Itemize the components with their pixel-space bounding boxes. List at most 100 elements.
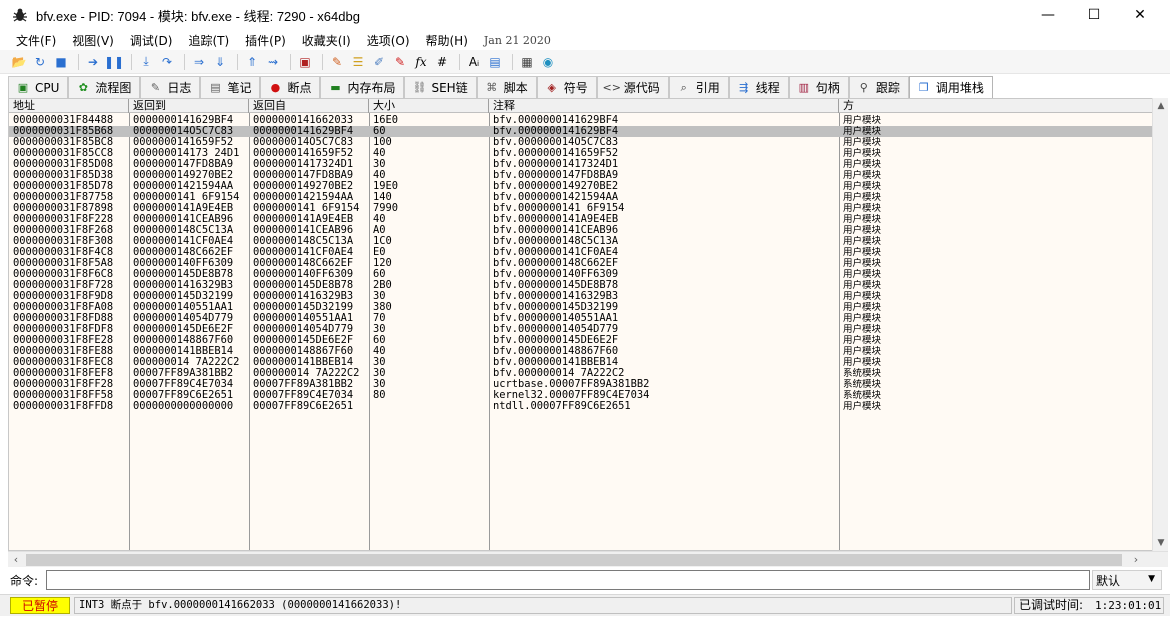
cell-comment: bfv.0000000141629BF4: [493, 126, 619, 137]
scylla-icon[interactable]: ▣: [296, 53, 314, 71]
menu-item[interactable]: 文件(F): [8, 32, 64, 49]
scroll-down-icon[interactable]: ▼: [1153, 535, 1169, 551]
table-row[interactable]: 0000000031F8FF28 00007FF89C4E7034 00007FF8…: [9, 379, 1153, 390]
vertical-scrollbar[interactable]: ▲ ▼: [1152, 98, 1168, 551]
trace-icon: ⚲: [859, 81, 868, 94]
table-row[interactable]: 0000000031F84488 0000000141629BF4 00000001…: [9, 115, 1153, 126]
horizontal-scrollbar[interactable]: ‹ ›: [8, 551, 1168, 567]
calculator-icon[interactable]: ▦: [518, 53, 536, 71]
maximize-button[interactable]: ☐: [1071, 0, 1117, 30]
run-icon[interactable]: ➔: [84, 53, 102, 71]
table-row[interactable]: 0000000031F8FDF8 0000000145DE6E2F 00000001…: [9, 324, 1153, 335]
comments-icon[interactable]: ☰: [349, 53, 367, 71]
scroll-right-icon[interactable]: ›: [1128, 552, 1144, 568]
cell-return-from: 0000000141CF0AE4: [253, 247, 354, 258]
table-row[interactable]: 0000000031F8FF58 00007FF89C6E2651 00007FF8…: [9, 390, 1153, 401]
tab-handles[interactable]: ▥ 句柄: [788, 76, 849, 98]
table-row[interactable]: 0000000031F8F228 0000000141CEAB96 00000001…: [9, 214, 1153, 225]
table-row[interactable]: 0000000031F85D08 0000000147FD8BA9 00000001…: [9, 159, 1153, 170]
table-row[interactable]: 0000000031F8FE88 0000000141BBEB14 00000001…: [9, 346, 1153, 357]
column-header-return-to[interactable]: 返回到: [129, 99, 249, 113]
table-row[interactable]: 0000000031F85D38 0000000149270BE2 00000001…: [9, 170, 1153, 181]
cell-size: 19E0: [373, 181, 399, 192]
tab-script[interactable]: ⌘ 脚本: [476, 76, 537, 98]
globe-icon[interactable]: ◉: [539, 53, 557, 71]
step-over-icon[interactable]: ↷: [158, 53, 176, 71]
functions-icon[interactable]: fx: [412, 53, 430, 71]
table-row[interactable]: 0000000031F8F9D8 0000000145D32199 00000001…: [9, 291, 1153, 302]
tab-threads[interactable]: ⇶ 线程: [728, 76, 789, 98]
table-row[interactable]: 0000000031F87758 0000000141 6F9154 0000000…: [9, 192, 1153, 203]
execute-till-return-icon[interactable]: ⇑: [243, 53, 261, 71]
command-input[interactable]: [46, 570, 1090, 590]
table-row[interactable]: 0000000031F8F728 00000001416329B3 00000001…: [9, 280, 1153, 291]
cell-address: 0000000031F8F6C8: [13, 269, 114, 280]
tab-log[interactable]: ✎ 日志: [140, 76, 201, 98]
column-header-comment[interactable]: 注释: [489, 99, 839, 113]
table-row[interactable]: 0000000031F8F5A8 0000000140FF6309 00000001…: [9, 258, 1153, 269]
pause-icon[interactable]: ❚❚: [104, 53, 124, 71]
trace-into-icon[interactable]: ⇒: [190, 53, 208, 71]
menu-item[interactable]: 调试(D): [122, 32, 181, 49]
table-row[interactable]: 0000000031F87898 0000000141A9E4EB 00000001…: [9, 203, 1153, 214]
open-icon[interactable]: 📂: [10, 53, 28, 71]
menu-item[interactable]: 帮助(H): [418, 32, 476, 49]
menu-item[interactable]: 视图(V): [64, 32, 122, 49]
seh-chain-icon: ⛓: [412, 81, 427, 94]
trace-over-icon[interactable]: ⇓: [211, 53, 229, 71]
tab-graph[interactable]: ✿ 流程图: [68, 76, 141, 98]
column-header-size[interactable]: 大小: [369, 99, 489, 113]
table-row[interactable]: 0000000031F8F268 0000000148C5C13A 00000001…: [9, 225, 1153, 236]
table-row[interactable]: 0000000031F8F308 0000000141CF0AE4 00000001…: [9, 236, 1153, 247]
table-row[interactable]: 0000000031F8FFD8 0000000000000000 00007FF8…: [9, 401, 1153, 412]
tab-symbols[interactable]: ◈ 符号: [536, 76, 597, 98]
table-row[interactable]: 0000000031F8FD88 000000014054D779 00000001…: [9, 313, 1153, 324]
menu-item[interactable]: 收藏夹(I): [294, 32, 359, 49]
table-row[interactable]: 0000000031F8F4C8 0000000148C662EF 00000001…: [9, 247, 1153, 258]
bookmarks-icon[interactable]: ✎: [391, 53, 409, 71]
table-row[interactable]: 0000000031F8F6C8 0000000145DE8B78 00000001…: [9, 269, 1153, 280]
patch-icon[interactable]: ✎: [328, 53, 346, 71]
table-row[interactable]: 0000000031F8FEC8 000000014 7A222C2 0000000…: [9, 357, 1153, 368]
tab-memory-map[interactable]: ▬ 内存布局: [320, 76, 405, 98]
scroll-left-icon[interactable]: ‹: [8, 552, 24, 568]
column-header-return-from[interactable]: 返回自: [249, 99, 369, 113]
table-row[interactable]: 0000000031F8FA08 0000000140551AA1 00000001…: [9, 302, 1153, 313]
menu-item[interactable]: 插件(P): [237, 32, 294, 49]
database-icon[interactable]: ▤: [486, 53, 504, 71]
tab-breakpoint[interactable]: ● 断点: [260, 76, 321, 98]
step-into-icon[interactable]: ⤓: [137, 53, 155, 71]
column-header-address[interactable]: 地址: [9, 99, 129, 113]
table-row[interactable]: 0000000031F85BC8 0000000141659F52 00000001…: [9, 137, 1153, 148]
tab-notes[interactable]: ▤ 笔记: [200, 76, 261, 98]
tab-cpu[interactable]: ▣ CPU: [8, 76, 69, 98]
tab-source[interactable]: <> 源代码: [596, 76, 669, 98]
window-title: bfv.exe - PID: 7094 - 模块: bfv.exe - 线程: …: [36, 8, 360, 24]
hash-icon[interactable]: #: [433, 53, 451, 71]
scrollbar-thumb[interactable]: [26, 554, 1122, 566]
menu-item[interactable]: 追踪(T): [180, 32, 237, 49]
scroll-up-icon[interactable]: ▲: [1153, 98, 1169, 114]
call-stack-table[interactable]: 地址 返回到 返回自 大小 注释 方 0000000031F84488 00000…: [8, 98, 1168, 551]
labels-icon[interactable]: ✐: [370, 53, 388, 71]
column-header-party[interactable]: 方: [839, 99, 1153, 113]
table-row[interactable]: 0000000031F85D78 00000001421594AA 00000001…: [9, 181, 1153, 192]
run-to-user-code-icon[interactable]: ⇝: [264, 53, 282, 71]
minimize-button[interactable]: —: [1025, 0, 1071, 30]
strings-icon[interactable]: Aᵢ: [465, 53, 483, 71]
tab-references[interactable]: ⌕ 引用: [668, 76, 729, 98]
cell-size: 100: [373, 137, 392, 148]
tab-call-stack[interactable]: ❐ 调用堆栈: [908, 76, 993, 98]
stop-icon[interactable]: ■: [52, 53, 70, 71]
table-row[interactable]: 0000000031F85CC8 000000014173 24D1 0000000…: [9, 148, 1153, 159]
tab-trace[interactable]: ⚲ 跟踪: [848, 76, 909, 98]
table-row[interactable]: 0000000031F8FEF8 00007FF89A381BB2 00000001…: [9, 368, 1153, 379]
table-row[interactable]: 0000000031F8FE28 0000000148867F60 00000001…: [9, 335, 1153, 346]
table-row[interactable]: 0000000031F85B68 000000014O5C7C83 00000001…: [9, 126, 1153, 137]
close-button[interactable]: ✕: [1117, 0, 1163, 30]
cell-party: 用户模块: [843, 346, 882, 357]
tab-seh-chain[interactable]: ⛓ SEH链: [404, 76, 477, 98]
menu-item[interactable]: 选项(O): [359, 32, 418, 49]
command-mode-select[interactable]: 默认 ▼: [1092, 570, 1162, 590]
restart-icon[interactable]: ↻: [31, 53, 49, 71]
